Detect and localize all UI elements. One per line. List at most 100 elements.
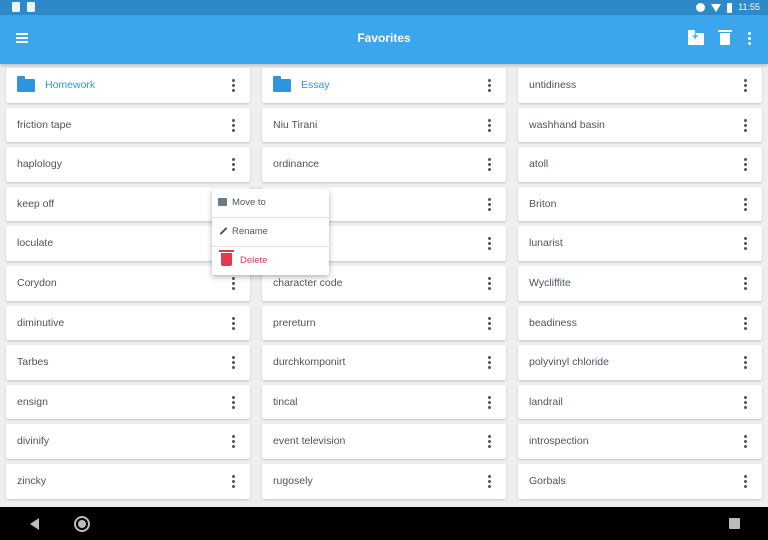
more-options-icon[interactable] (232, 435, 236, 449)
more-options-icon[interactable] (488, 158, 492, 172)
list-item[interactable]: haplology (6, 147, 250, 182)
item-label: landrail (529, 395, 563, 408)
item-label: loculate (17, 237, 54, 250)
item-label: rugosely (273, 474, 313, 487)
more-options-icon[interactable] (744, 395, 748, 410)
item-label: Briton (529, 197, 557, 210)
item-label: atoll (529, 158, 549, 171)
item-label: washhand basin (529, 118, 605, 131)
list-item[interactable]: zincky (6, 463, 250, 499)
list-item[interactable]: ensign (6, 384, 250, 420)
folder-icon (17, 76, 35, 92)
more-options-icon[interactable] (744, 474, 748, 489)
more-options-icon[interactable] (488, 197, 492, 212)
list-item[interactable]: Tarbes (6, 345, 250, 380)
list-item[interactable]: prereturn (262, 305, 506, 341)
item-label: tincal (273, 395, 298, 408)
back-icon[interactable] (30, 518, 39, 530)
item-label: zincky (17, 474, 47, 487)
item-label: haplology (17, 158, 62, 171)
list-item[interactable]: Briton (518, 186, 762, 222)
more-options-icon[interactable] (488, 118, 492, 133)
new-folder-icon[interactable] (688, 30, 704, 45)
list-item[interactable]: lunarist (518, 226, 762, 261)
more-options-icon[interactable] (232, 79, 236, 93)
trash-icon[interactable] (718, 30, 732, 45)
more-options-icon[interactable] (488, 356, 492, 370)
folder-card[interactable]: Essay (262, 68, 506, 103)
list-item[interactable]: divinify (6, 424, 250, 459)
more-options-icon[interactable] (232, 395, 236, 410)
more-options-icon[interactable] (744, 435, 748, 449)
item-label: Homework (45, 79, 96, 91)
item-label: durchkomponirt (273, 356, 346, 369)
item-label: Gorbals (529, 474, 566, 487)
item-label: polyvinyl chloride (529, 356, 609, 369)
list-item[interactable]: diminutive (6, 305, 250, 341)
more-options-icon[interactable] (744, 158, 748, 172)
more-options-icon[interactable] (488, 237, 492, 251)
more-options-icon[interactable] (232, 118, 236, 133)
item-label: beadiness (529, 316, 577, 329)
more-options-icon[interactable] (232, 356, 236, 370)
more-options-icon[interactable] (232, 276, 236, 291)
more-options-icon[interactable] (232, 158, 236, 172)
item-label: Niu Tirani (273, 118, 318, 131)
move-to-menu-item[interactable]: Move to (212, 189, 329, 217)
delete-label: Delete (240, 255, 268, 266)
app-bar: Favorites (0, 15, 768, 64)
more-options-icon[interactable] (744, 79, 748, 93)
item-label: diminutive (17, 316, 65, 329)
more-options-icon[interactable] (232, 316, 236, 331)
more-options-icon[interactable] (488, 435, 492, 449)
item-label: ensign (17, 395, 48, 408)
item-label: introspection (529, 435, 589, 448)
item-label: keep off (17, 197, 55, 210)
more-options-icon[interactable] (488, 316, 492, 331)
list-item[interactable]: atoll (518, 147, 762, 182)
more-options-icon[interactable] (744, 118, 748, 133)
overflow-menu-icon[interactable] (748, 32, 752, 46)
list-item[interactable]: rugosely (262, 463, 506, 499)
more-options-icon[interactable] (488, 474, 492, 489)
more-options-icon[interactable] (744, 197, 748, 212)
more-options-icon[interactable] (744, 316, 748, 331)
rename-menu-item[interactable]: Rename (212, 218, 329, 246)
item-label: character code (273, 276, 343, 289)
list-item[interactable]: event television (262, 424, 506, 459)
list-item[interactable]: introspection (518, 424, 762, 459)
more-options-icon[interactable] (488, 395, 492, 410)
list-item[interactable]: ordinance (262, 147, 506, 182)
list-item[interactable]: untidiness (518, 68, 762, 103)
list-item[interactable]: polyvinyl chloride (518, 345, 762, 380)
recent-apps-icon[interactable] (729, 518, 740, 529)
rename-label: Rename (232, 226, 268, 237)
more-options-icon[interactable] (744, 276, 748, 291)
item-label: Wycliffite (529, 276, 571, 289)
list-item[interactable]: washhand basin (518, 107, 762, 143)
item-label: event television (273, 435, 346, 448)
list-item[interactable]: friction tape (6, 107, 250, 143)
more-options-icon[interactable] (744, 356, 748, 370)
home-icon[interactable] (74, 516, 90, 532)
delete-icon (219, 250, 234, 266)
delete-menu-item[interactable]: Delete (212, 247, 329, 275)
navigation-bar (0, 507, 768, 540)
more-options-icon[interactable] (744, 237, 748, 251)
battery-icon (727, 2, 733, 13)
item-label: friction tape (17, 118, 72, 131)
folder-card[interactable]: Homework (6, 68, 250, 103)
list-item[interactable]: tincal (262, 384, 506, 420)
list-item[interactable]: Wycliffite (518, 265, 762, 301)
more-options-icon[interactable] (232, 474, 236, 489)
move-to-icon (218, 198, 227, 206)
list-item[interactable]: durchkomponirt (262, 345, 506, 380)
list-item[interactable]: landrail (518, 384, 762, 420)
list-item[interactable]: beadiness (518, 305, 762, 341)
page-title: Favorites (357, 31, 411, 45)
list-item[interactable]: Niu Tirani (262, 107, 506, 143)
list-item[interactable]: Gorbals (518, 463, 762, 499)
item-label: ordinance (273, 158, 320, 171)
more-options-icon[interactable] (488, 79, 492, 93)
more-options-icon[interactable] (488, 276, 492, 291)
